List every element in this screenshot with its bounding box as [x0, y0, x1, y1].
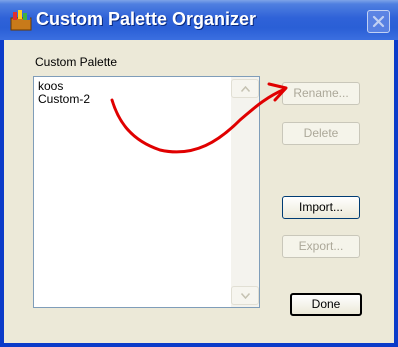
app-icon — [10, 9, 32, 31]
window-frame-left — [0, 40, 4, 347]
list-item[interactable]: Custom-2 — [38, 92, 90, 106]
scroll-up-icon — [241, 86, 250, 92]
export-button[interactable]: Export... — [282, 235, 360, 258]
list-item[interactable]: koos — [38, 79, 63, 93]
window-frame-right — [394, 40, 398, 347]
scroll-down-icon — [241, 293, 250, 299]
done-button[interactable]: Done — [290, 293, 362, 316]
scroll-up-button[interactable] — [231, 79, 259, 98]
close-button[interactable] — [367, 10, 390, 33]
rename-button[interactable]: Rename... — [282, 82, 360, 105]
palette-listbox[interactable]: koos Custom-2 — [33, 76, 260, 308]
import-button[interactable]: Import... — [282, 196, 360, 219]
window-title: Custom Palette Organizer — [36, 9, 257, 29]
custom-palette-label: Custom Palette — [35, 55, 118, 69]
scroll-down-button[interactable] — [231, 286, 259, 305]
window-frame-bottom — [0, 343, 398, 347]
palette-organizer-dialog: Custom Palette Organizer Custom Palette … — [0, 0, 398, 347]
title-bar: Custom Palette Organizer — [0, 0, 398, 40]
close-icon — [372, 15, 385, 28]
vertical-scrollbar[interactable] — [231, 77, 259, 307]
delete-button[interactable]: Delete — [282, 122, 360, 145]
